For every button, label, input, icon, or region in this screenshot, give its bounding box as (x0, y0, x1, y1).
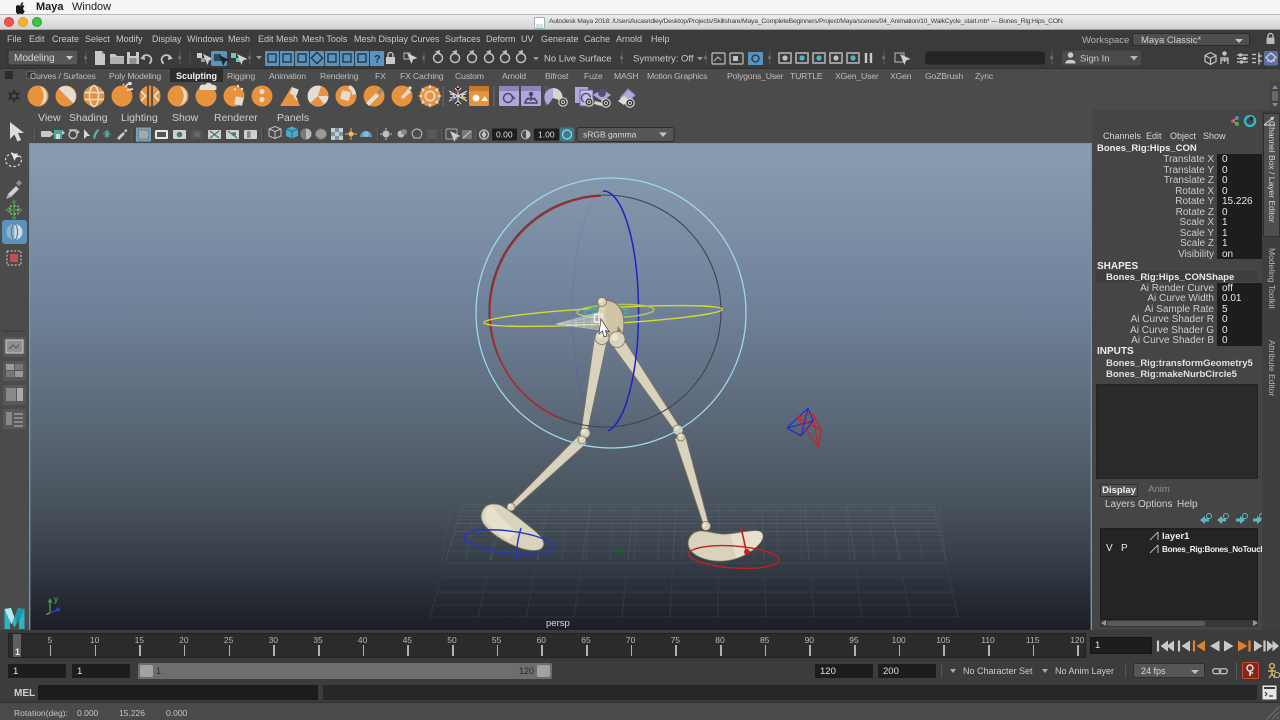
svg-text:y: y (54, 595, 58, 604)
svg-text:No Live Surface: No Live Surface (544, 54, 612, 65)
svg-text:Symmetry: Off: Symmetry: Off (633, 54, 694, 65)
svg-text:1.00: 1.00 (538, 130, 555, 140)
svg-text:0.00: 0.00 (496, 130, 513, 140)
svg-text:Sign In: Sign In (1080, 54, 1110, 65)
svg-text:?: ? (374, 54, 381, 66)
svg-text:sRGB gamma: sRGB gamma (583, 130, 637, 140)
svg-text:Modeling: Modeling (14, 53, 55, 64)
svg-text:persp: persp (546, 618, 570, 629)
